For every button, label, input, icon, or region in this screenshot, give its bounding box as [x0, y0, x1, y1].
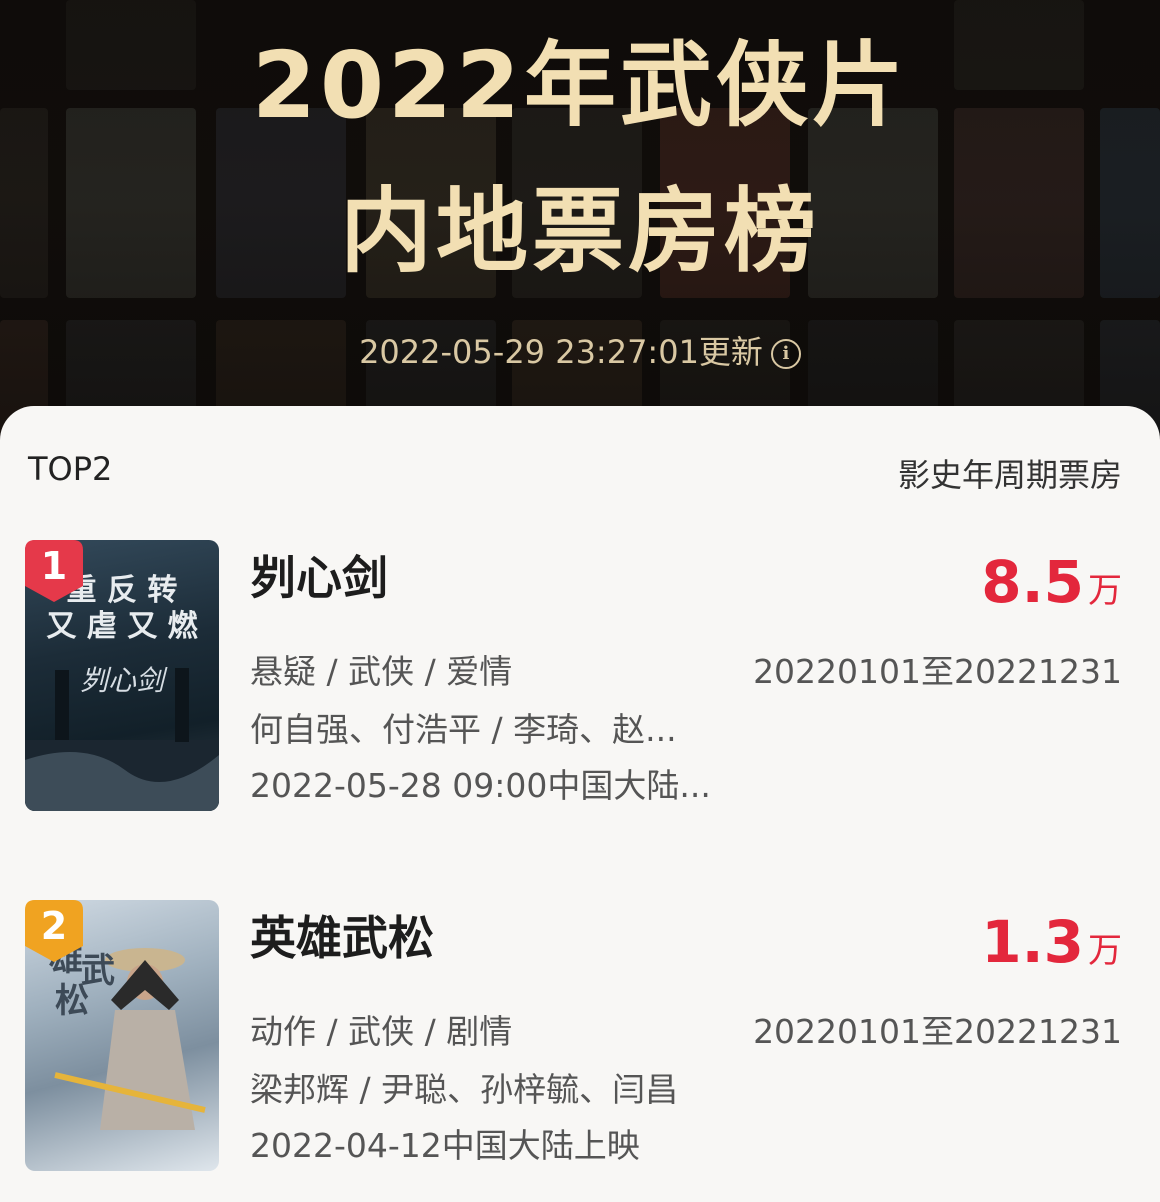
movie-genres: 动作 / 武侠 / 剧情: [250, 1012, 513, 1051]
list-header: TOP2 影史年周期票房: [28, 450, 1122, 494]
boxoffice-period: 20220101至20221231: [753, 652, 1122, 691]
tab-yearly-boxoffice[interactable]: 影史年周期票房: [898, 450, 1122, 496]
page-subtitle: 内地票房榜: [339, 178, 820, 285]
boxoffice-number: 8.5: [981, 548, 1084, 616]
svg-text:刿心剑: 刿心剑: [80, 664, 168, 697]
boxoffice-unit: 万: [1088, 571, 1122, 611]
rank-badge: 2: [25, 900, 83, 964]
movie-title[interactable]: 刿心剑: [250, 550, 388, 606]
boxoffice-unit: 万: [1088, 931, 1122, 971]
rank-badge: 1: [25, 540, 83, 604]
svg-text:重 反 转: 重 反 转: [67, 573, 178, 608]
boxoffice-number: 1.3: [981, 908, 1084, 976]
ranking-card: TOP2 影史年周期票房 重 反 转 又 虐 又 燃 刿心剑 1 刿心剑 8.5…: [0, 406, 1160, 1202]
movie-genres: 悬疑 / 武侠 / 爱情: [250, 652, 513, 691]
movie-release: 2022-05-28 09:00中国大陆...: [250, 766, 711, 805]
movie-cast: 何自强、付浩平 / 李琦、赵...: [250, 710, 677, 749]
svg-text:松: 松: [55, 981, 89, 1021]
top-count-label: TOP2: [28, 450, 113, 488]
movie-cast: 梁邦辉 / 尹聪、孙梓毓、闫昌: [250, 1070, 679, 1109]
boxoffice-period: 20220101至20221231: [753, 1012, 1122, 1051]
header-banner: 2022年武侠片 内地票房榜 2022-05-29 23:27:01更新 i: [0, 0, 1160, 440]
update-time: 2022-05-29 23:27:01更新 i: [0, 332, 1160, 372]
movie-release: 2022-04-12中国大陆上映: [250, 1126, 640, 1165]
info-icon[interactable]: i: [770, 339, 801, 369]
page-title: 2022年武侠片: [251, 32, 909, 139]
rank-number: 1: [40, 544, 68, 588]
svg-text:又 虐 又 燃: 又 虐 又 燃: [46, 609, 198, 644]
rank-number: 2: [40, 904, 68, 948]
movie-title[interactable]: 英雄武松: [250, 910, 434, 966]
list-item[interactable]: 重 反 转 又 虐 又 燃 刿心剑 1 刿心剑 8.5 万 悬疑 / 武侠 / 爱…: [0, 540, 1160, 812]
boxoffice-value: 1.3 万: [981, 912, 1122, 987]
boxoffice-value: 8.5 万: [981, 552, 1122, 627]
list-item[interactable]: 雄 武 松 2 英雄武松 1.3 万 动作 / 武侠 / 剧情 20220101至…: [0, 900, 1160, 1172]
update-time-text: 2022-05-29 23:27:01更新: [359, 333, 763, 371]
